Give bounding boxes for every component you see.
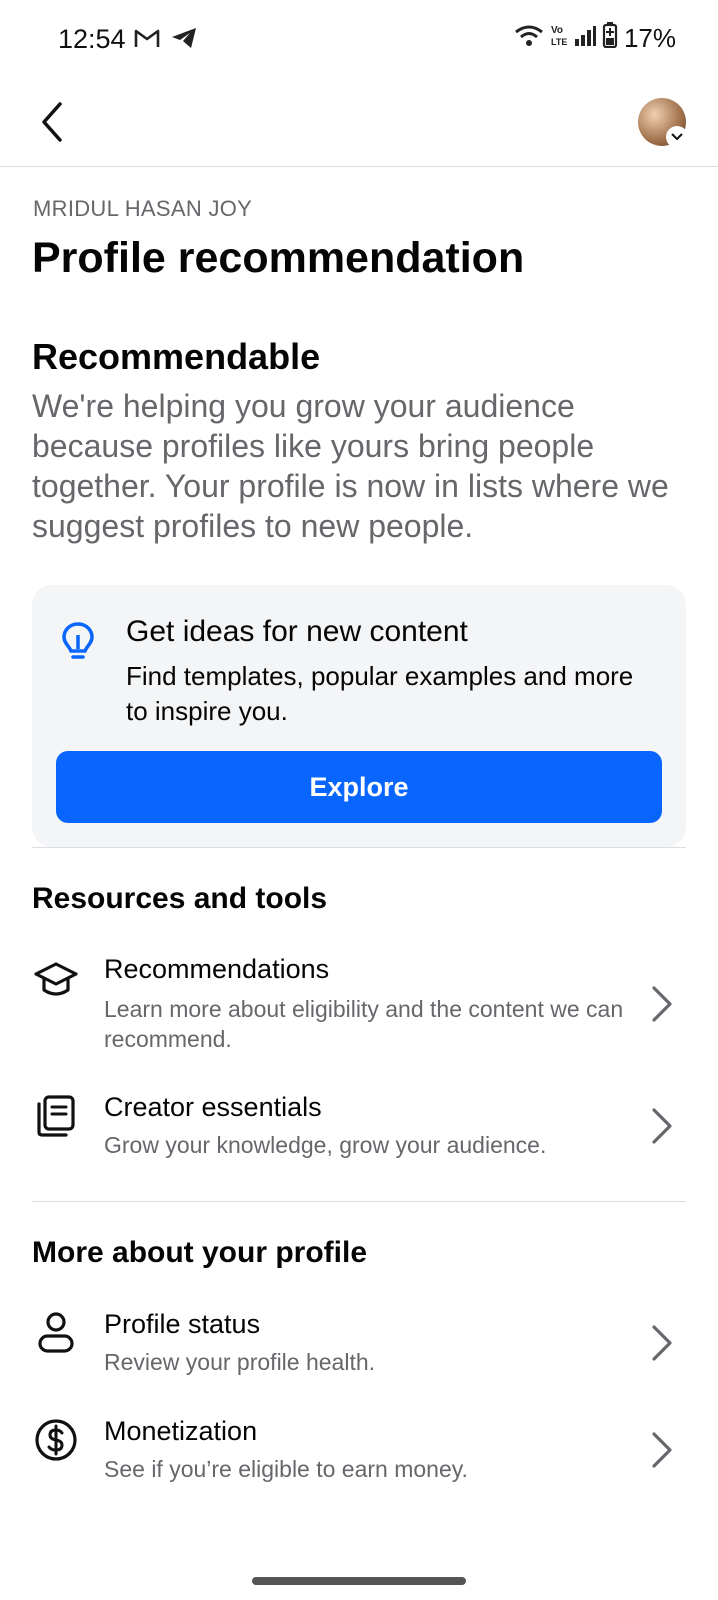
card-description: Find templates, popular examples and mor… xyxy=(126,661,634,726)
dollar-circle-icon xyxy=(34,1418,78,1462)
signal-icon xyxy=(574,23,596,54)
app-header xyxy=(0,80,718,167)
lightbulb-icon xyxy=(60,621,96,665)
status-bar: 12:54 Vo LTE 17% xyxy=(0,0,718,80)
notification-icons xyxy=(134,26,198,55)
chevron-down-icon[interactable] xyxy=(666,126,688,148)
row-description: See if you’re eligible to earn money. xyxy=(104,1456,468,1482)
recommendable-description: We're helping you grow your audience bec… xyxy=(32,388,669,544)
chevron-right-icon xyxy=(650,1323,674,1363)
system-status: Vo LTE 17% xyxy=(514,22,676,55)
card-title: Get ideas for new content xyxy=(126,615,468,648)
resources-heading: Resources and tools xyxy=(32,882,328,915)
profile-owner-name: MRIDUL HASAN JOY xyxy=(33,196,253,221)
divider xyxy=(32,1201,686,1202)
chevron-left-icon xyxy=(42,102,62,142)
battery-icon xyxy=(602,22,618,55)
svg-text:LTE: LTE xyxy=(551,37,567,47)
status-time: 12:54 xyxy=(58,24,126,54)
svg-text:Vo: Vo xyxy=(551,25,563,36)
volte-icon: Vo LTE xyxy=(550,23,568,54)
recommendable-heading: Recommendable xyxy=(32,336,321,377)
gmail-icon xyxy=(134,27,160,54)
home-indicator[interactable] xyxy=(252,1577,466,1585)
row-description: Grow your knowledge, grow your audience. xyxy=(104,1132,547,1158)
chevron-right-icon xyxy=(650,1106,674,1146)
row-title: Creator essentials xyxy=(104,1092,322,1122)
person-icon xyxy=(34,1311,78,1355)
row-title: Monetization xyxy=(104,1416,258,1446)
telegram-icon xyxy=(170,26,198,55)
list-item-recommendations[interactable]: Recommendations Learn more about eligibi… xyxy=(0,948,718,1058)
battery-percentage: 17% xyxy=(623,23,676,53)
chevron-right-icon xyxy=(650,1430,674,1470)
explore-button[interactable]: Explore xyxy=(56,751,662,823)
row-description: Review your profile health. xyxy=(104,1349,376,1375)
row-description: Learn more about eligibility and the con… xyxy=(104,996,624,1052)
divider xyxy=(32,847,686,848)
notebook-icon xyxy=(34,1094,78,1138)
row-title: Recommendations xyxy=(104,954,330,984)
content-ideas-card: Get ideas for new content Find templates… xyxy=(32,585,686,847)
page-title: Profile recommendation xyxy=(32,234,525,282)
wifi-icon xyxy=(514,23,544,54)
chevron-right-icon xyxy=(650,984,674,1024)
list-item-creator-essentials[interactable]: Creator essentials Grow your knowledge, … xyxy=(0,1086,718,1170)
list-item-monetization[interactable]: Monetization See if you’re eligible to e… xyxy=(0,1410,718,1494)
back-button[interactable] xyxy=(34,98,74,146)
list-item-profile-status[interactable]: Profile status Review your profile healt… xyxy=(0,1303,718,1387)
more-about-profile-heading: More about your profile xyxy=(32,1236,368,1269)
row-title: Profile status xyxy=(104,1309,261,1339)
graduation-cap-icon xyxy=(34,958,78,1002)
